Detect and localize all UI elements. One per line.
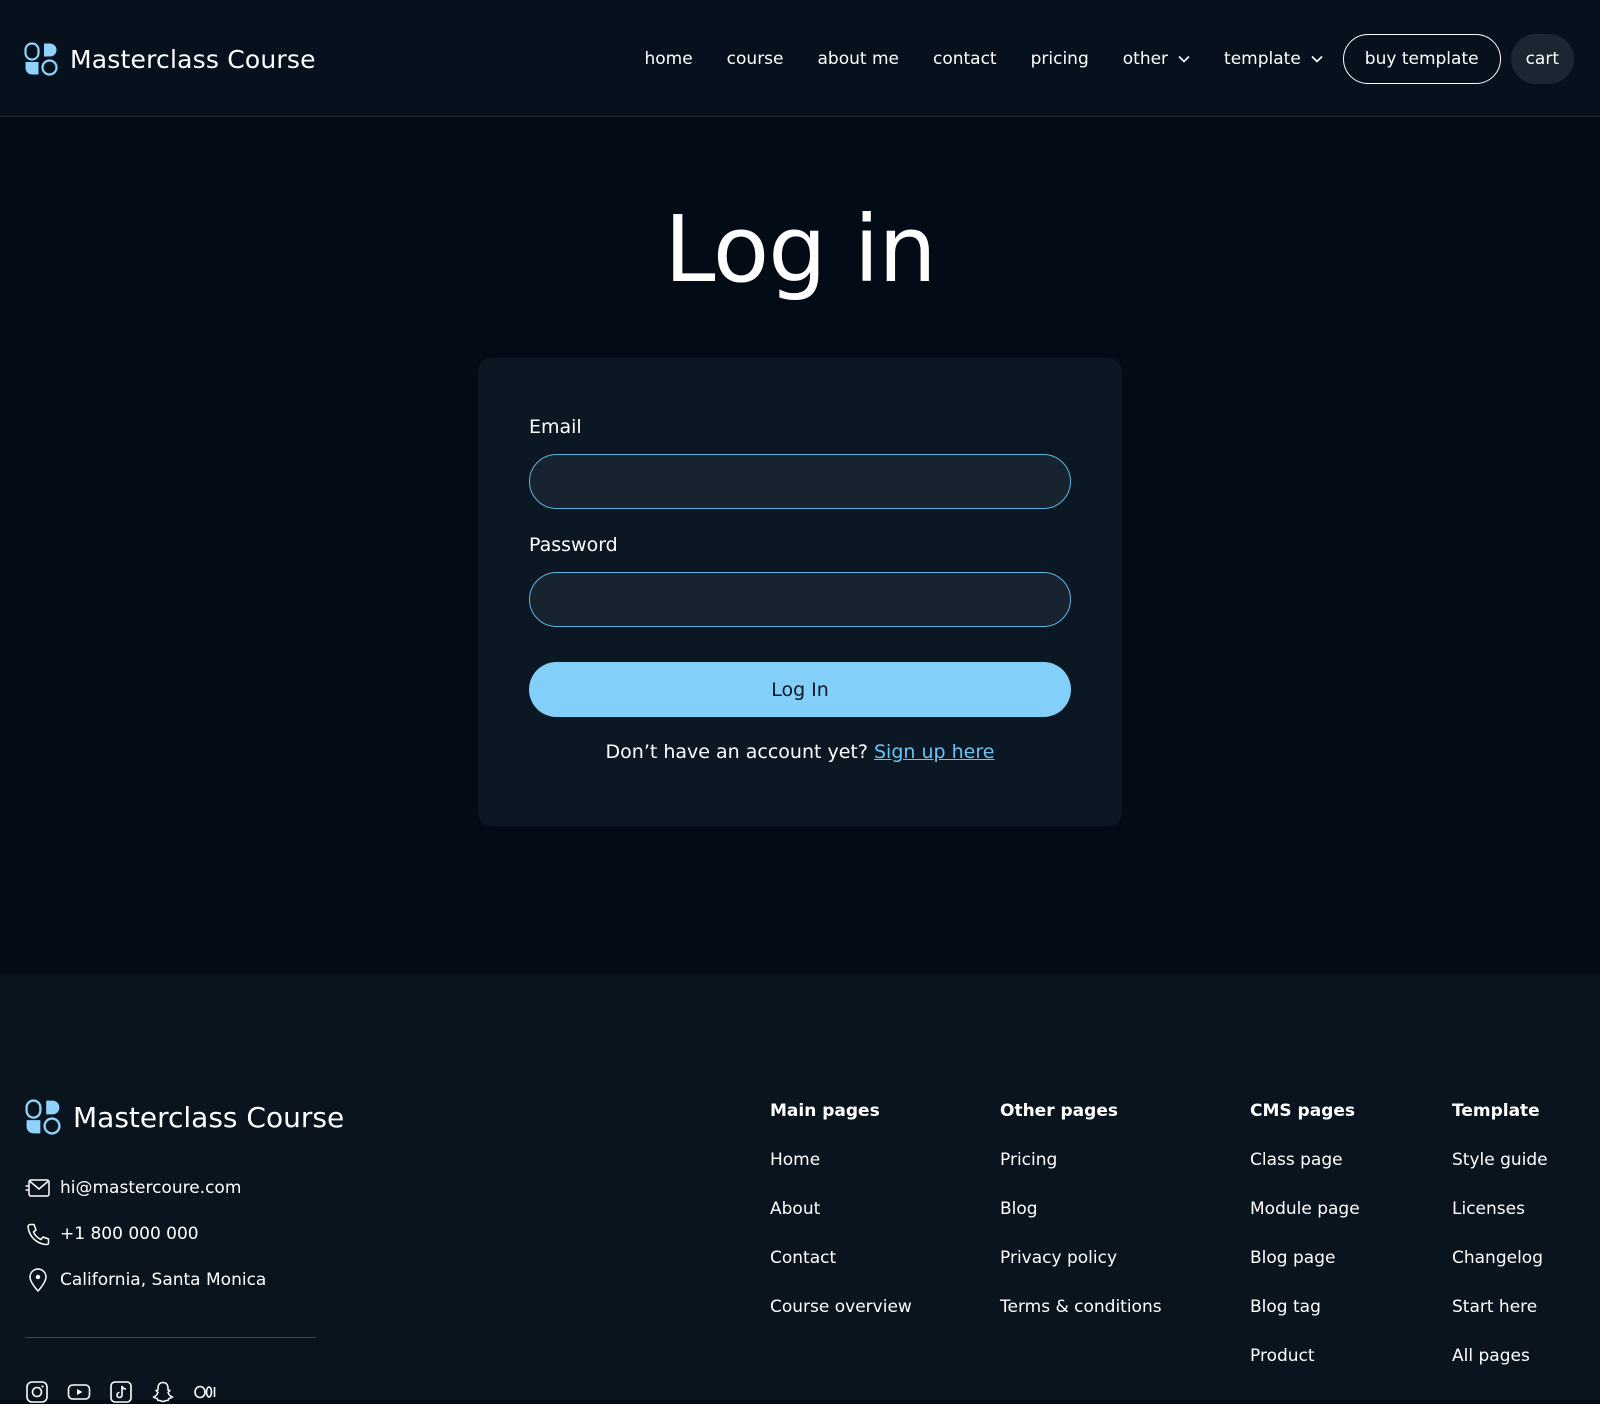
nav-pricing[interactable]: pricing (1031, 49, 1089, 69)
login-form: Email Password Log In Don’t have an acco… (478, 358, 1122, 826)
footer-link-home[interactable]: Home (770, 1150, 912, 1174)
footer-col-heading: Main pages (770, 1101, 880, 1121)
email-label: Email (529, 416, 582, 438)
signup-link[interactable]: Sign up here (874, 741, 994, 763)
nav-other-dropdown[interactable]: other (1123, 49, 1190, 69)
footer-link-style-guide[interactable]: Style guide (1452, 1150, 1548, 1174)
cart-button[interactable]: cart (1510, 34, 1574, 84)
phone-icon (27, 1223, 50, 1246)
login-button[interactable]: Log In (529, 662, 1071, 717)
footer-link-start-here[interactable]: Start here (1452, 1297, 1548, 1321)
footer-link-blog-page[interactable]: Blog page (1250, 1248, 1360, 1272)
brand-link[interactable]: Masterclass Course (24, 40, 316, 78)
nav-other-label: other (1122, 49, 1169, 69)
footer-link-pricing[interactable]: Pricing (1000, 1150, 1162, 1174)
tiktok-icon[interactable] (109, 1380, 133, 1404)
footer-col-heading: Other pages (1000, 1101, 1118, 1121)
footer-divider (25, 1337, 316, 1338)
footer-phone-text: +1 800 000 000 (60, 1224, 199, 1244)
signup-prompt-text: Don’t have an account yet? (605, 741, 874, 763)
chevron-down-icon (1311, 55, 1323, 63)
footer-col-main-pages: Main pages Home About Contact Course ove… (770, 1101, 912, 1321)
location-pin-icon (29, 1268, 47, 1292)
social-links (25, 1380, 235, 1404)
footer-link-changelog[interactable]: Changelog (1452, 1248, 1548, 1272)
nav-template-label: template (1224, 49, 1301, 69)
footer-col-heading: Template (1452, 1101, 1540, 1121)
footer-link-course-overview[interactable]: Course overview (770, 1297, 912, 1321)
main-nav: home course about me contact pricing oth… (644, 33, 1574, 85)
footer-col-heading: CMS pages (1250, 1101, 1356, 1121)
footer-col-template: Template Style guide Licenses Changelog … (1452, 1101, 1548, 1370)
footer-col-cms-pages: CMS pages Class page Module page Blog pa… (1250, 1101, 1360, 1370)
chevron-down-icon (1178, 55, 1190, 63)
password-field[interactable] (529, 572, 1071, 627)
footer-link-privacy-policy[interactable]: Privacy policy (1000, 1248, 1162, 1272)
footer-address: California, Santa Monica (25, 1268, 266, 1292)
footer-link-blog-tag[interactable]: Blog tag (1250, 1297, 1360, 1321)
footer-col-other-pages: Other pages Pricing Blog Privacy policy … (1000, 1101, 1162, 1321)
footer-link-class-page[interactable]: Class page (1250, 1150, 1360, 1174)
nav-home[interactable]: home (644, 49, 692, 69)
signup-prompt: Don’t have an account yet? Sign up here (478, 741, 1122, 763)
footer-email[interactable]: hi@mastercoure.com (25, 1176, 241, 1200)
footer-phone[interactable]: +1 800 000 000 (25, 1222, 199, 1246)
footer-link-all-pages[interactable]: All pages (1452, 1346, 1548, 1370)
password-label: Password (529, 534, 618, 556)
footer-address-text: California, Santa Monica (60, 1270, 267, 1290)
nav-about-me[interactable]: about me (818, 49, 899, 69)
footer-brand-link[interactable]: Masterclass Course (25, 1099, 344, 1135)
page-title: Log in (664, 196, 936, 303)
site-footer: Masterclass Course hi@mastercoure.com +1… (0, 974, 1600, 1403)
buy-template-button[interactable]: buy template (1342, 34, 1501, 84)
nav-template-dropdown[interactable]: template (1224, 49, 1323, 69)
brand-name: Masterclass Course (70, 44, 316, 74)
footer-link-module-page[interactable]: Module page (1250, 1199, 1360, 1223)
footer-email-text: hi@mastercoure.com (60, 1178, 242, 1198)
instagram-icon[interactable] (25, 1380, 49, 1404)
youtube-icon[interactable] (67, 1380, 91, 1404)
footer-link-terms[interactable]: Terms & conditions (1000, 1297, 1162, 1321)
footer-link-blog[interactable]: Blog (1000, 1199, 1162, 1223)
footer-link-contact[interactable]: Contact (770, 1248, 912, 1272)
nav-contact[interactable]: contact (933, 49, 997, 69)
nav-course[interactable]: course (727, 49, 784, 69)
brand-logo-icon (25, 1099, 61, 1135)
brand-logo-icon (24, 42, 58, 76)
snapchat-icon[interactable] (151, 1380, 175, 1404)
mail-icon (25, 1179, 50, 1197)
site-header: Masterclass Course home course about me … (0, 0, 1600, 117)
email-field[interactable] (529, 454, 1071, 509)
footer-link-about[interactable]: About (770, 1199, 912, 1223)
medium-icon[interactable] (193, 1380, 217, 1404)
footer-link-product[interactable]: Product (1250, 1346, 1360, 1370)
footer-brand-name: Masterclass Course (73, 1100, 345, 1134)
footer-link-licenses[interactable]: Licenses (1452, 1199, 1548, 1223)
